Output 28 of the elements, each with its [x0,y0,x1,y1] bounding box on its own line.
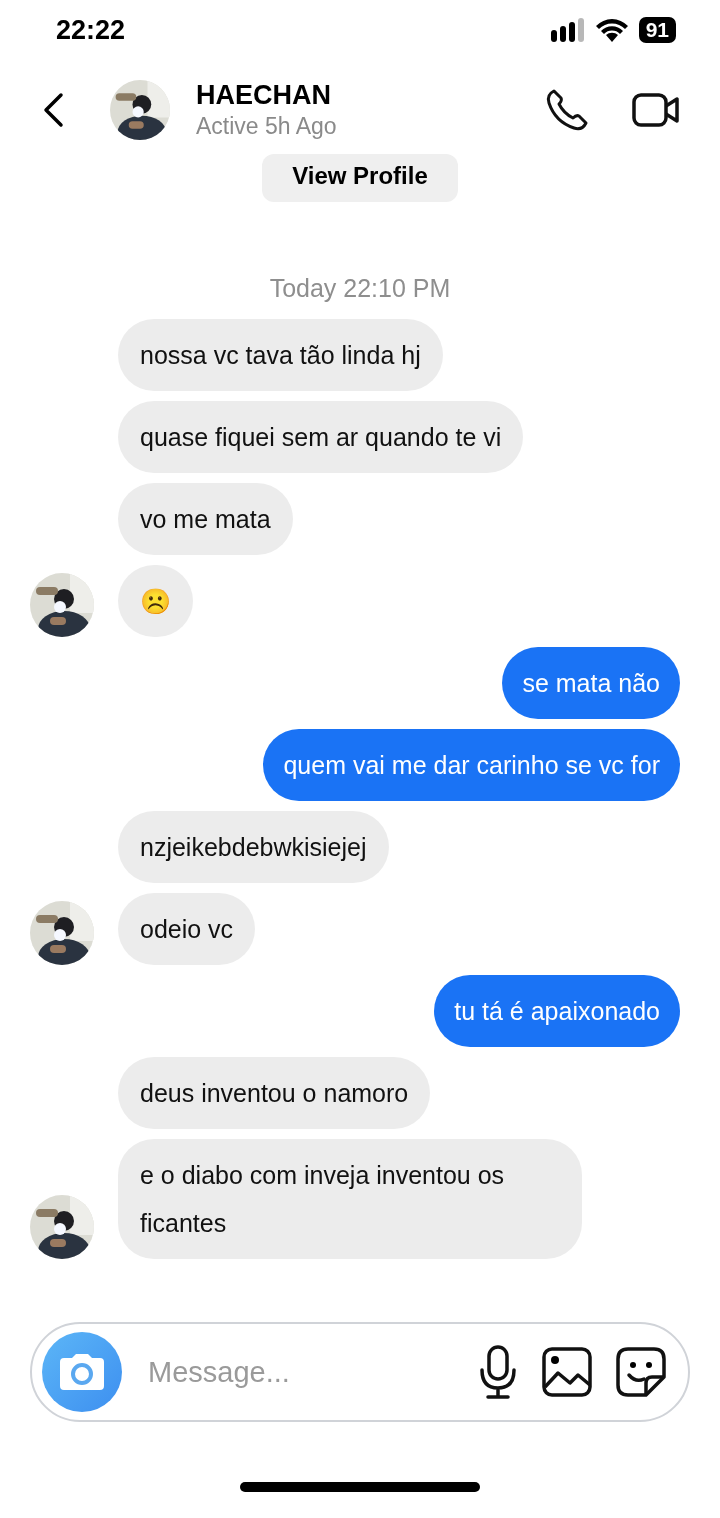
battery-indicator: 91 [638,17,676,43]
message-timestamp: Today 22:10 PM [268,274,452,303]
video-call-icon[interactable] [632,92,680,128]
phone-icon[interactable] [544,87,590,133]
back-icon[interactable] [42,92,64,128]
camera-icon [58,1352,106,1392]
status-time: 22:22 [56,14,126,46]
sent-message: tu tá é apaixonado [434,975,680,1047]
received-message: odeio vc [118,893,256,965]
contact-name: HAECHAN [196,80,332,111]
active-status: Active 5h Ago [196,113,338,140]
image-icon[interactable] [542,1347,592,1397]
view-profile-button[interactable]: View Profile [262,154,458,202]
message-input[interactable]: Message... [146,1354,454,1390]
wifi-icon [594,18,629,42]
camera-button[interactable] [42,1332,122,1412]
received-message: ☹ [118,565,193,637]
microphone-icon[interactable] [478,1344,518,1400]
sticker-icon[interactable] [616,1347,666,1397]
received-message: deus inventou o namoro [118,1057,431,1129]
sent-message: quem vai me dar carinho se vc for [263,729,680,801]
received-message: nossa vc tava tão linda hj [118,319,443,391]
received-message: quase fiquei sem ar quando te vi [118,401,524,473]
sent-message: se mata não [502,647,680,719]
received-message: vo me mata [118,483,293,555]
signal-icon [550,18,585,42]
received-message: e o diabo com inveja inventou os ficantes [118,1139,582,1259]
received-message: nzjeikebdebwkisiejej [118,811,389,883]
